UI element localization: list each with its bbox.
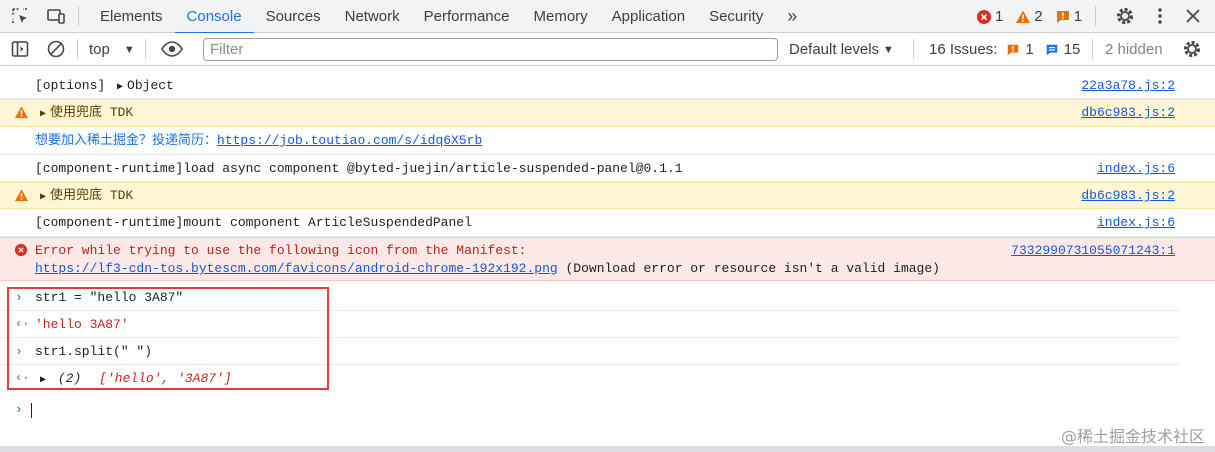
repl-input-row: › str1 = "hello 3A87"	[0, 284, 1180, 311]
error-detail: (Download error or resource isn't a vali…	[557, 261, 940, 276]
issues-info-count: 15	[1063, 41, 1081, 58]
repl-output: 'hello 3A87'	[35, 317, 129, 332]
job-link[interactable]: https://job.toutiao.com/s/idq6X5rb	[217, 133, 482, 148]
tab-console[interactable]: Console	[174, 0, 254, 34]
context-selector[interactable]: top ▼	[89, 33, 135, 66]
output-arrow-icon: ‹·	[15, 317, 30, 331]
tab-elements[interactable]: Elements	[88, 0, 175, 33]
dropdown-arrow-icon: ▼	[123, 43, 135, 56]
source-link[interactable]: 7332990731055071243:1	[1011, 242, 1175, 260]
error-text: Error while trying to use the following …	[35, 243, 527, 258]
devtools-tabbar: Elements Console Sources Network Perform…	[0, 0, 1215, 34]
issue-warning-flag-icon	[1008, 44, 1019, 55]
input-chevron-icon: ›	[15, 290, 23, 305]
tab-sources[interactable]: Sources	[254, 0, 333, 33]
repl-input: str1.split(" ")	[35, 344, 153, 359]
issue-flag-icon	[1056, 10, 1069, 23]
sidebar-toggle-icon[interactable]	[10, 39, 30, 59]
issue-counter[interactable]: 1	[1055, 8, 1082, 25]
output-arrow-icon: ‹·	[15, 371, 30, 385]
array-count: (2)	[57, 371, 82, 386]
issues-warn-count: 1	[1025, 41, 1034, 58]
tab-network[interactable]: Network	[333, 0, 412, 33]
log-row: [component-runtime]mount component Artic…	[0, 209, 1215, 237]
error-counter[interactable]: 1	[976, 8, 1003, 25]
more-options-icon[interactable]	[1150, 6, 1170, 26]
source-link[interactable]: index.js:6	[1097, 209, 1175, 237]
log-levels-dropdown[interactable]: Default levels ▼	[789, 33, 894, 66]
tab-security[interactable]: Security	[697, 0, 775, 33]
repl-output-row: ‹· ▶ (2) ['hello', '3A87']	[0, 365, 1180, 392]
dropdown-arrow-icon: ▼	[883, 43, 894, 56]
error-icon	[14, 243, 28, 257]
source-link[interactable]: db6c983.js:2	[1081, 183, 1175, 208]
hidden-count: 2 hidden	[1105, 41, 1163, 58]
device-toolbar-icon[interactable]	[46, 6, 66, 26]
warning-count: 2	[1034, 8, 1043, 25]
source-link[interactable]: index.js:6	[1097, 155, 1175, 182]
watermark: @稀土掘金技术社区	[1060, 427, 1205, 446]
inspect-element-icon[interactable]	[10, 6, 30, 26]
source-link[interactable]: 22a3a78.js:2	[1081, 72, 1175, 99]
warning-icon	[1016, 10, 1031, 23]
issues-button[interactable]: 16 Issues: 1 15	[929, 33, 1080, 66]
more-tabs-icon[interactable]: »	[775, 0, 809, 33]
error-icon	[977, 9, 991, 24]
warning-row: ▶ 使用兜底 TDK db6c983.js:2	[0, 182, 1215, 209]
toolbar-divider	[1092, 39, 1093, 59]
clear-console-icon[interactable]	[46, 39, 66, 59]
context-label: top	[89, 41, 110, 58]
warning-icon	[14, 189, 29, 202]
toolbar-divider	[145, 39, 146, 59]
tab-application[interactable]: Application	[600, 0, 697, 33]
array-preview[interactable]: ['hello', '3A87']	[99, 371, 232, 386]
object-preview[interactable]: Object	[127, 78, 174, 93]
error-count: 1	[995, 8, 1004, 25]
log-text: [options]	[35, 78, 114, 93]
log-row: 想要加入稀土掘金？投递简历：https://job.toutiao.com/s/…	[0, 127, 1215, 155]
log-text: [component-runtime]load async component …	[35, 161, 683, 176]
issues-label: 16 Issues:	[929, 41, 998, 58]
live-expression-eye-icon[interactable]	[160, 39, 184, 59]
warning-icon	[14, 106, 29, 119]
log-row: [options] ▶ Object 22a3a78.js:2	[0, 72, 1215, 99]
issue-count: 1	[1073, 8, 1083, 25]
error-row: Error while trying to use the following …	[0, 237, 1215, 281]
log-text: [component-runtime]mount component Artic…	[35, 215, 472, 230]
log-text: 使用兜底 TDK	[50, 188, 134, 203]
close-icon[interactable]	[1183, 6, 1203, 26]
expand-triangle-icon[interactable]: ▶	[40, 102, 46, 128]
toolbar-divider	[77, 39, 78, 59]
console-toolbar: top ▼ Default levels ▼ 16 Issues: 1 15 2…	[0, 33, 1215, 66]
warning-counter[interactable]: 2	[1015, 8, 1043, 25]
console-prompt[interactable]: ›	[0, 398, 1215, 422]
log-text: 使用兜底 TDK	[50, 105, 134, 120]
expand-triangle-icon[interactable]: ▶	[40, 367, 46, 394]
manifest-icon-link[interactable]: https://lf3-cdn-tos.bytescm.com/favicons…	[35, 261, 558, 276]
tabbar-divider	[1095, 6, 1096, 26]
expand-triangle-icon[interactable]: ▶	[40, 185, 46, 210]
issue-info-icon	[1046, 44, 1057, 55]
filter-input[interactable]	[203, 38, 778, 61]
log-levels-label: Default levels	[789, 41, 880, 58]
toolbar-divider	[913, 39, 914, 59]
expand-triangle-icon[interactable]: ▶	[117, 74, 123, 101]
bottom-scroll-edge	[0, 446, 1215, 452]
tabbar-divider	[78, 6, 79, 26]
repl-input: str1 = "hello 3A87"	[35, 290, 184, 305]
console-settings-gear-icon[interactable]	[1182, 39, 1202, 59]
input-chevron-icon: ›	[15, 344, 23, 359]
warning-row: ▶ 使用兜底 TDK db6c983.js:2	[0, 99, 1215, 127]
text-cursor	[31, 403, 32, 418]
repl-output-row: ‹· 'hello 3A87'	[0, 311, 1180, 338]
source-link[interactable]: db6c983.js:2	[1081, 100, 1175, 126]
prompt-chevron-icon: ›	[15, 402, 23, 417]
log-row: [component-runtime]load async component …	[0, 155, 1215, 182]
tab-performance[interactable]: Performance	[412, 0, 522, 33]
repl-input-row: › str1.split(" ")	[0, 338, 1180, 365]
settings-gear-icon[interactable]	[1115, 6, 1135, 26]
tab-memory[interactable]: Memory	[522, 0, 600, 33]
log-text: 想要加入稀土掘金？投递简历：	[35, 133, 218, 148]
